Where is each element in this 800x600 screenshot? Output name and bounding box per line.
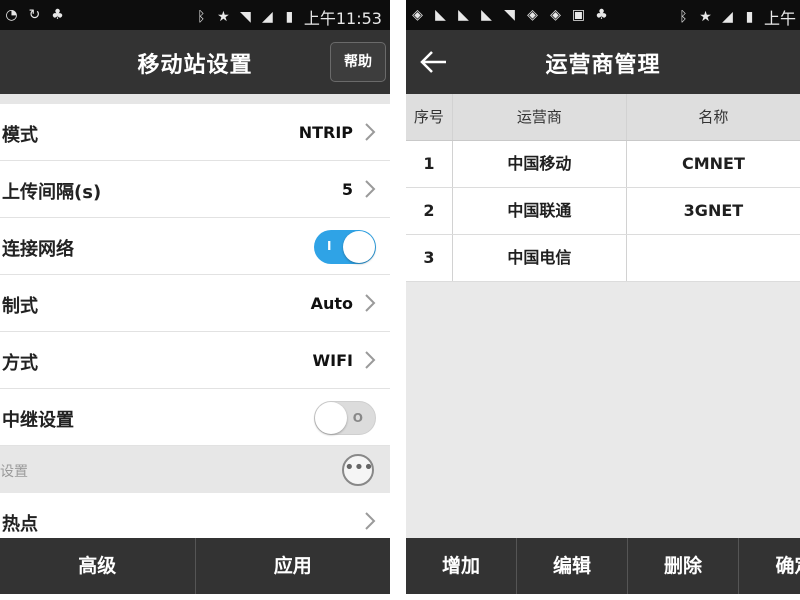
setting-value: Auto xyxy=(310,294,353,313)
sync-icon: ◈ xyxy=(527,7,538,23)
table-row[interactable]: 3 中国电信 xyxy=(406,235,800,282)
setting-label: 上传间隔(s) xyxy=(2,182,102,203)
title-bar: 移动站设置 帮助 xyxy=(0,30,390,94)
help-button[interactable]: 帮助 xyxy=(330,42,386,82)
table-row[interactable]: 2 中国联通 3GNET xyxy=(406,188,800,235)
table-cell: 中国电信 xyxy=(453,235,627,281)
toggle-knob xyxy=(315,402,347,434)
table-cell: 3 xyxy=(406,235,453,281)
add-button[interactable]: 增加 xyxy=(406,538,517,594)
table-cell: CMNET xyxy=(681,154,745,173)
notification-icon: ◔ xyxy=(5,7,18,23)
wifi-question-icon: ◥ xyxy=(504,7,515,23)
battery-icon: ▮ xyxy=(285,9,294,25)
confirm-button[interactable]: 确定 xyxy=(739,538,800,594)
status-clock: 上午 xyxy=(763,9,796,28)
notification-icon: ◣ xyxy=(458,7,469,23)
table-cell: 2 xyxy=(406,188,453,234)
chevron-right-icon xyxy=(365,351,376,369)
battery-icon: ▮ xyxy=(745,9,754,25)
left-screen: ◔ ↻ ♣ ᛒ ★ ◥ ◢ ▮ 上午11:53 移动站设置 帮助 模式 NTRI… xyxy=(0,0,390,600)
chevron-right-icon xyxy=(365,180,376,198)
setting-row-method[interactable]: 方式 WIFI xyxy=(0,332,390,389)
status-bar: ◔ ↻ ♣ ᛒ ★ ◥ ◢ ▮ 上午11:53 xyxy=(0,0,390,30)
setting-value: WIFI xyxy=(312,351,353,370)
advanced-button[interactable]: 高级 xyxy=(0,538,196,594)
toggle-mark: I xyxy=(327,239,332,253)
app-icon: ▣ xyxy=(571,7,586,23)
setting-label: 方式 xyxy=(2,353,38,374)
setting-row-connect-network: 连接网络 I xyxy=(0,218,390,275)
table-cell: 中国移动 xyxy=(453,141,627,187)
delete-button[interactable]: 删除 xyxy=(628,538,739,594)
chevron-right-icon xyxy=(365,123,376,141)
settings-list: 模式 NTRIP 上传间隔(s) 5 连接网络 I 制式 Auto 方式 WIF… xyxy=(0,94,390,550)
table-row[interactable]: 1 中国移动 CMNET xyxy=(406,141,800,188)
carrier-table: 序号 运营商 名称 1 中国移动 CMNET 2 中国联通 3GNET 3 中国… xyxy=(406,94,800,282)
setting-label: 连接网络 xyxy=(2,239,74,260)
table-header-row: 序号 运营商 名称 xyxy=(406,94,800,141)
notification-icon: ◣ xyxy=(481,7,492,23)
column-header: 序号 xyxy=(406,94,453,140)
section-header: 设置 ••• xyxy=(0,446,390,493)
setting-value: 5 xyxy=(341,180,353,199)
apply-button[interactable]: 应用 xyxy=(196,538,391,594)
bottom-action-bar: 增加 编辑 删除 确定 xyxy=(406,538,800,594)
divider xyxy=(0,94,390,104)
setting-label: 中继设置 xyxy=(2,410,74,431)
bluetooth-icon: ᛒ xyxy=(197,9,206,25)
setting-label: 制式 xyxy=(2,296,38,317)
table-empty-area xyxy=(406,284,800,544)
android-icon: ♣ xyxy=(51,7,64,23)
sync-icon: ◈ xyxy=(550,7,561,23)
status-clock: 上午11:53 xyxy=(303,9,382,28)
notification-icon: ◣ xyxy=(435,7,446,23)
setting-row-standard[interactable]: 制式 Auto xyxy=(0,275,390,332)
star-icon: ★ xyxy=(699,9,712,25)
divider xyxy=(406,594,800,600)
android-icon: ♣ xyxy=(595,7,608,23)
star-icon: ★ xyxy=(217,9,230,25)
setting-value: NTRIP xyxy=(298,123,353,142)
setting-row-relay: 中继设置 O xyxy=(0,389,390,446)
more-options-button[interactable]: ••• xyxy=(342,454,374,486)
setting-label: 模式 xyxy=(2,125,38,146)
bottom-action-bar: 高级 应用 xyxy=(0,538,390,594)
right-screen: ◈ ◣ ◣ ◣ ◥ ◈ ◈ ▣ ♣ ᛒ ★ ◢ ▮ 上午 运营商管理 序号 运营… xyxy=(406,0,800,600)
toggle-mark: O xyxy=(352,411,363,425)
status-bar: ◈ ◣ ◣ ◣ ◥ ◈ ◈ ▣ ♣ ᛒ ★ ◢ ▮ 上午 xyxy=(406,0,800,30)
signal-icon: ◢ xyxy=(261,9,273,25)
table-cell: 中国联通 xyxy=(453,188,627,234)
setting-label: 热点 xyxy=(2,514,38,535)
column-header: 名称 xyxy=(698,108,729,126)
title-bar: 运营商管理 xyxy=(406,30,800,94)
chevron-right-icon xyxy=(365,512,376,530)
column-header: 运营商 xyxy=(453,94,627,140)
bluetooth-icon: ᛒ xyxy=(679,9,688,25)
wifi-icon: ◥ xyxy=(239,9,251,25)
section-label: 设置 xyxy=(0,464,28,480)
setting-row-mode[interactable]: 模式 NTRIP xyxy=(0,104,390,161)
toggle-knob xyxy=(343,231,375,263)
signal-icon: ◢ xyxy=(722,9,733,25)
chevron-right-icon xyxy=(365,294,376,312)
table-cell xyxy=(627,235,800,281)
sync-icon: ◈ xyxy=(412,7,423,23)
table-cell: 3GNET xyxy=(683,201,744,220)
connect-network-toggle[interactable]: I xyxy=(314,230,376,264)
edit-button[interactable]: 编辑 xyxy=(517,538,628,594)
table-cell: 1 xyxy=(406,141,453,187)
sync-icon: ↻ xyxy=(28,7,41,23)
divider xyxy=(0,594,390,600)
relay-toggle[interactable]: O xyxy=(314,401,376,435)
page-title: 运营商管理 xyxy=(545,53,661,78)
setting-row-upload-interval[interactable]: 上传间隔(s) 5 xyxy=(0,161,390,218)
